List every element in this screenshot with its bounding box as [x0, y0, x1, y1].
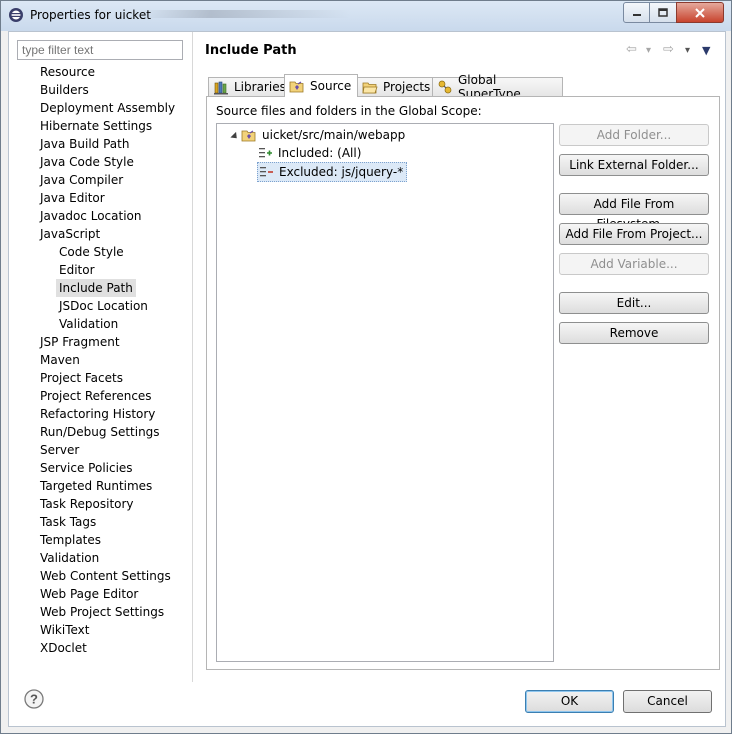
tab-libraries[interactable]: Libraries	[208, 77, 286, 96]
filter-input[interactable]	[17, 40, 183, 60]
tab-global-supertype[interactable]: Global SuperType	[432, 73, 563, 101]
help-icon[interactable]: ?	[24, 689, 44, 709]
source-folder-icon	[241, 130, 256, 142]
nav-item[interactable]: Server	[40, 441, 79, 459]
maximize-button[interactable]	[649, 2, 677, 23]
nav-item[interactable]: Java Compiler	[40, 171, 123, 189]
edit-button[interactable]: Edit...	[559, 292, 709, 314]
add-file-from-filesystem-button[interactable]: Add File From Filesystem...	[559, 193, 709, 231]
tree-node-label: uicket/src/main/webapp	[262, 128, 406, 142]
nav-item[interactable]: Task Tags	[40, 513, 96, 531]
tab-source[interactable]: Source	[284, 74, 358, 97]
nav-item[interactable]: Include Path	[56, 279, 136, 297]
forward-arrow-icon[interactable]: ⇨	[663, 42, 674, 57]
nav-item[interactable]: Validation	[40, 549, 99, 567]
tab-projects[interactable]: Projects	[357, 77, 433, 96]
source-tab-panel: Source files and folders in the Global S…	[206, 96, 720, 670]
nav-item[interactable]: Java Build Path	[40, 135, 129, 153]
scope-label: Source files and folders in the Global S…	[216, 104, 482, 118]
nav-item[interactable]: Project Facets	[40, 369, 123, 387]
ok-button[interactable]: OK	[525, 690, 614, 713]
tree-node-label: Excluded: js/jquery-*	[279, 165, 404, 179]
minimize-button[interactable]	[623, 2, 650, 23]
back-arrow-icon[interactable]: ⇦	[626, 42, 637, 57]
nav-item[interactable]: Project References	[40, 387, 152, 405]
nav-item[interactable]: Validation	[59, 315, 118, 333]
nav-item[interactable]: Templates	[40, 531, 101, 549]
link-external-folder-button[interactable]: Link External Folder...	[559, 154, 709, 176]
source-tree[interactable]: uicket/src/main/webapp Included: (All) E…	[216, 123, 554, 662]
nav-item[interactable]: Builders	[40, 81, 89, 99]
source-folder-icon	[289, 81, 304, 93]
forward-dropdown-icon[interactable]: ▾	[685, 45, 690, 56]
title-bar[interactable]: Properties for uicket	[1, 1, 731, 31]
tab-label: Projects	[383, 80, 431, 94]
nav-item[interactable]: Web Content Settings	[40, 567, 171, 585]
maximize-icon	[658, 8, 668, 17]
nav-item[interactable]: Maven	[40, 351, 80, 369]
nav-item[interactable]: WikiText	[40, 621, 90, 639]
pane-divider[interactable]	[192, 32, 193, 682]
expanded-arrow-icon[interactable]	[230, 131, 240, 142]
minimize-icon	[632, 13, 641, 16]
page-title: Include Path	[205, 43, 297, 58]
nav-item[interactable]: Task Repository	[40, 495, 134, 513]
nav-item[interactable]: JavaScript	[40, 225, 100, 243]
inclusion-filter-icon	[259, 148, 272, 158]
add-variable-button[interactable]: Add Variable...	[559, 253, 709, 275]
back-dropdown-icon[interactable]: ▾	[646, 45, 651, 56]
view-menu-icon[interactable]: ▼	[702, 44, 710, 57]
cancel-button[interactable]: Cancel	[623, 690, 712, 713]
tree-node-label: Included: (All)	[278, 146, 362, 160]
remove-button[interactable]: Remove	[559, 322, 709, 344]
nav-item[interactable]: JSDoc Location	[59, 297, 148, 315]
window-title: Properties for uicket	[30, 8, 151, 22]
nav-item[interactable]: Deployment Assembly	[40, 99, 175, 117]
nav-item[interactable]: Resource	[40, 63, 95, 81]
tree-node-included[interactable]: Included: (All)	[257, 144, 361, 162]
nav-item[interactable]: Service Policies	[40, 459, 133, 477]
nav-item[interactable]: Run/Debug Settings	[40, 423, 160, 441]
add-file-from-project-button[interactable]: Add File From Project...	[559, 223, 709, 245]
exclusion-filter-icon	[260, 167, 273, 177]
nav-item[interactable]: Refactoring History	[40, 405, 155, 423]
eclipse-app-icon	[9, 8, 23, 22]
nav-item[interactable]: Java Code Style	[40, 153, 134, 171]
close-icon	[695, 7, 705, 18]
add-folder-button[interactable]: Add Folder...	[559, 124, 709, 146]
properties-dialog: Properties for uicket ResourceBuildersDe…	[0, 0, 732, 734]
nav-item[interactable]: Code Style	[59, 243, 124, 261]
project-folder-icon	[362, 82, 378, 94]
library-icon	[214, 81, 228, 95]
tab-label: Source	[310, 79, 352, 93]
nav-item[interactable]: Web Page Editor	[40, 585, 138, 603]
nav-item[interactable]: XDoclet	[40, 639, 87, 657]
help-glyph: ?	[30, 692, 38, 707]
tree-node-excluded[interactable]: Excluded: js/jquery-*	[257, 162, 408, 182]
dialog-body: ResourceBuildersDeployment AssemblyHiber…	[8, 31, 726, 727]
close-window-button[interactable]	[676, 2, 724, 23]
nav-item[interactable]: Editor	[59, 261, 95, 279]
tab-label: Libraries	[234, 80, 286, 94]
nav-item[interactable]: Javadoc Location	[40, 207, 141, 225]
tree-node-source-folder[interactable]: uicket/src/main/webapp	[221, 126, 405, 144]
nav-item[interactable]: Web Project Settings	[40, 603, 164, 621]
nav-item[interactable]: Java Editor	[40, 189, 105, 207]
nav-item[interactable]: JSP Fragment	[40, 333, 120, 351]
supertype-icon	[438, 80, 452, 94]
nav-item[interactable]: Hibernate Settings	[40, 117, 152, 135]
nav-item[interactable]: Targeted Runtimes	[40, 477, 152, 495]
